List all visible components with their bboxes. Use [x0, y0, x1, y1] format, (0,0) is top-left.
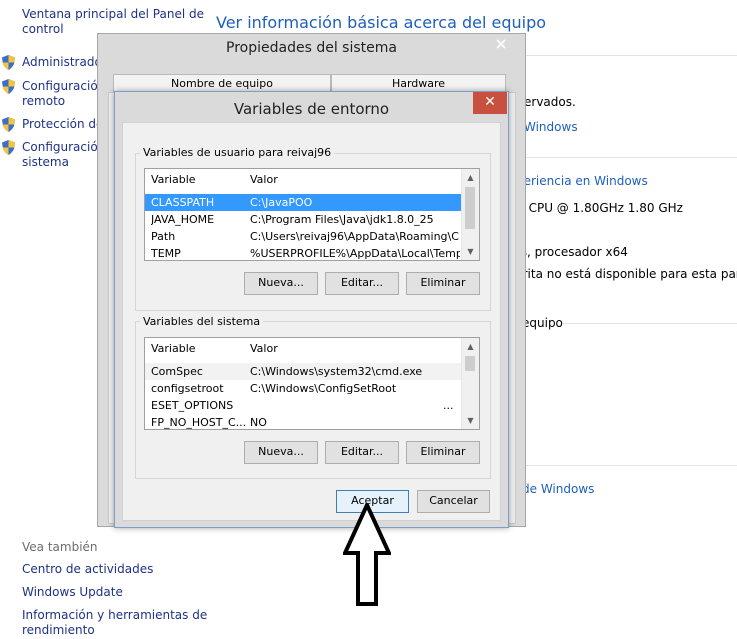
sidebar-item-label: Configuración — [22, 140, 106, 154]
perf-link-line-1: Información y herramientas de — [22, 608, 208, 622]
sidebar-item-label: Configuración — [22, 79, 106, 93]
scroll-up-icon[interactable]: ▲ — [462, 338, 479, 355]
user-variables-list[interactable]: Variable Valor CLASSPATH C:\JavaPOO JAVA… — [144, 168, 480, 261]
column-header-variable[interactable]: Variable — [151, 169, 196, 191]
variable-cell: FP_NO_HOST_C... — [151, 416, 246, 429]
value-cell: C:\Program Files\Java\jdk1.8.0_25 — [250, 213, 434, 226]
section-divider — [524, 55, 737, 56]
table-row[interactable]: TEMP %USERPROFILE%\AppData\Local\Temp — [145, 245, 461, 260]
scrollbar-thumb[interactable] — [465, 187, 475, 229]
shield-icon — [2, 79, 15, 94]
shield-icon — [2, 140, 15, 155]
section-divider — [524, 157, 737, 158]
see-also-performance-link[interactable]: Información y herramientas de rendimient… — [22, 608, 207, 638]
variable-cell: ComSpec — [151, 365, 203, 378]
column-header-value[interactable]: Valor — [250, 169, 278, 191]
sidebar-item-label: remoto — [22, 94, 66, 108]
value-cell: NO — [250, 416, 267, 429]
see-also-windows-update-link[interactable]: Windows Update — [22, 585, 123, 600]
environment-variables-dialog: Variables de entorno ✕ Variables de usua… — [114, 91, 509, 528]
windows-activation-link[interactable]: de Windows — [522, 482, 594, 496]
column-header-variable[interactable]: Variable — [151, 338, 196, 360]
system-edit-button[interactable]: Editar... — [325, 441, 399, 464]
system-type-value: ts, procesador x64 — [516, 245, 628, 259]
sidebar-item-system-protection[interactable]: Protección del — [22, 117, 107, 132]
user-delete-button[interactable]: Eliminar — [406, 272, 480, 295]
see-also-action-center-link[interactable]: Centro de actividades — [22, 562, 153, 577]
system-new-button[interactable]: Nueva... — [244, 441, 318, 464]
scroll-down-icon[interactable]: ▼ — [462, 243, 479, 260]
shield-icon — [2, 55, 15, 70]
windows-edition-link[interactable]: Windows — [524, 120, 578, 134]
perf-link-line-2: rendimiento — [22, 623, 95, 637]
sidebar-item-advanced-settings[interactable]: Configuración sistema — [22, 140, 105, 170]
sidebar-item-remote-settings[interactable]: Configuración remoto — [22, 79, 105, 109]
experience-index-link[interactable]: periencia en Windows — [516, 174, 648, 188]
vertical-scrollbar[interactable]: ▲ ▼ — [461, 338, 479, 429]
column-header-value[interactable]: Valor — [250, 338, 278, 360]
shield-icon — [2, 117, 15, 132]
copyright-text: ervados. — [524, 95, 576, 109]
pen-touch-value: crita no está disponible para esta panta… — [516, 267, 737, 281]
dialog-body: Variables de usuario para reivaj96 Varia… — [122, 122, 501, 521]
system-variables-list[interactable]: Variable Valor ComSpec C:\Windows\system… — [144, 337, 480, 430]
value-cell: %USERPROFILE%\AppData\Local\Temp — [250, 247, 460, 260]
table-row[interactable]: FP_NO_HOST_C... NO — [145, 414, 461, 429]
window-title: Propiedades del sistema — [226, 40, 397, 56]
sidebar-item-device-manager[interactable]: Administrador — [22, 55, 107, 70]
system-variables-label: Variables del sistema — [140, 315, 264, 328]
close-icon: ✕ — [484, 94, 496, 110]
sidebar-item-label: sistema — [22, 155, 69, 169]
table-row[interactable]: ComSpec C:\Windows\system32\cmd.exe — [145, 363, 461, 380]
processor-value: U CPU @ 1.80GHz 1.80 GHz — [516, 201, 683, 215]
variable-cell: configsetroot — [151, 382, 224, 395]
user-edit-button[interactable]: Editar... — [325, 272, 399, 295]
see-also-heading: Vea también — [22, 540, 98, 554]
user-variables-label: Variables de usuario para reivaj96 — [140, 146, 335, 159]
table-row[interactable]: JAVA_HOME C:\Program Files\Java\jdk1.8.0… — [145, 211, 461, 228]
close-icon[interactable] — [485, 34, 517, 54]
variable-cell: Path — [151, 230, 176, 243]
scrollbar-thumb[interactable] — [465, 356, 475, 371]
sidebar-item-label: Administrador — [22, 55, 107, 69]
value-cell: C:\Windows\ConfigSetRoot — [250, 382, 397, 395]
dialog-title: Variables de entorno — [233, 100, 390, 118]
system-delete-button[interactable]: Eliminar — [406, 441, 480, 464]
home-link-line-1: Ventana principal del Panel de — [22, 7, 204, 21]
table-row[interactable]: Path C:\Users\reivaj96\AppData\Roaming\C… — [145, 228, 461, 245]
sidebar-item-label: Protección del — [22, 117, 107, 131]
vertical-scrollbar[interactable]: ▲ ▼ — [461, 169, 479, 260]
cancel-button[interactable]: Cancelar — [417, 490, 490, 513]
variable-cell: ESET_OPTIONS — [151, 399, 234, 412]
table-row[interactable]: configsetroot C:\Windows\ConfigSetRoot — [145, 380, 461, 397]
variable-cell: TEMP — [151, 247, 181, 260]
variable-cell: CLASSPATH — [151, 196, 215, 209]
section-divider — [563, 323, 737, 324]
close-button[interactable]: ✕ — [473, 92, 507, 114]
value-cell: C:\JavaPOO — [250, 196, 313, 209]
variable-cell: JAVA_HOME — [151, 213, 215, 226]
arrow-up-icon — [343, 503, 391, 606]
section-divider — [524, 465, 737, 466]
scroll-up-icon[interactable]: ▲ — [462, 169, 479, 186]
value-cell: C:\Windows\system32\cmd.exe — [250, 365, 423, 378]
value-cell: ... — [443, 399, 454, 412]
tab-bar: Nombre de equipo Hardware — [113, 74, 508, 94]
page-title: Ver información básica acerca del equipo — [216, 13, 547, 32]
scroll-down-icon[interactable]: ▼ — [462, 412, 479, 429]
table-row[interactable]: ESET_OPTIONS ... — [145, 397, 461, 414]
table-row[interactable]: CLASSPATH C:\JavaPOO — [145, 194, 461, 211]
user-new-button[interactable]: Nueva... — [244, 272, 318, 295]
value-cell: C:\Users\reivaj96\AppData\Roaming\C... — [250, 230, 460, 243]
computer-name-section-label: equipo — [522, 316, 563, 330]
